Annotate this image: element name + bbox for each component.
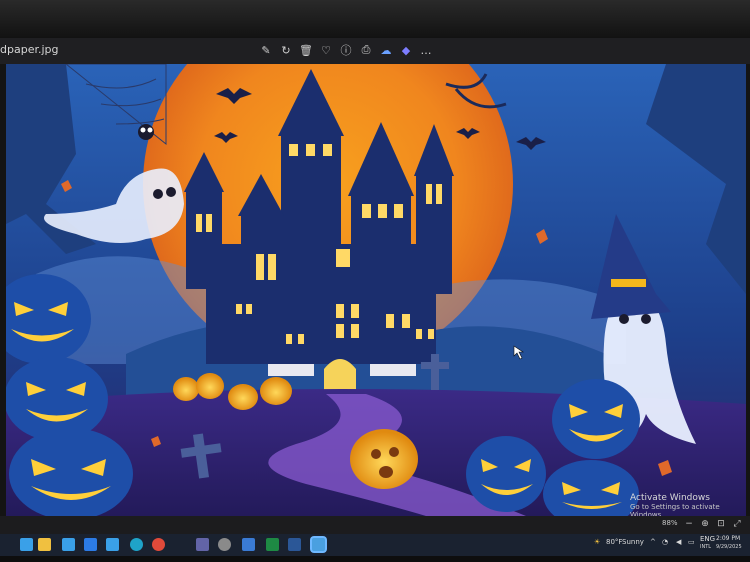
onedrive-icon[interactable] bbox=[242, 538, 255, 551]
clock-date[interactable]: 9/29/2025 bbox=[716, 544, 742, 550]
tray-chevron-icon[interactable]: ^ bbox=[650, 538, 656, 546]
zoom-in-icon[interactable]: ⊕ bbox=[698, 517, 712, 531]
windows-taskbar: ☀ 80°F Sunny ^ ◔ ◀ ▭ ENG INTL 2:09 PM 9/… bbox=[0, 534, 750, 556]
edge-icon[interactable] bbox=[130, 538, 143, 551]
chrome-icon[interactable] bbox=[152, 538, 165, 551]
battery-icon[interactable]: ▭ bbox=[688, 538, 695, 546]
rotate-icon[interactable]: ↻ bbox=[278, 41, 294, 59]
image-canvas bbox=[6, 64, 746, 516]
photos-icon[interactable] bbox=[106, 538, 119, 551]
activate-windows-title: Activate Windows bbox=[630, 493, 710, 503]
region-indicator[interactable]: INTL bbox=[700, 544, 711, 550]
monitor-bezel bbox=[0, 0, 750, 38]
halloween-wallpaper bbox=[6, 64, 746, 516]
cloud-icon[interactable]: ☁ bbox=[378, 41, 394, 59]
edit-icon[interactable]: ✎ bbox=[258, 41, 274, 59]
teams-icon[interactable] bbox=[196, 538, 209, 551]
favorite-icon[interactable]: ♡ bbox=[318, 41, 334, 59]
more-icon[interactable]: … bbox=[418, 41, 434, 59]
language-indicator[interactable]: ENG bbox=[700, 535, 715, 543]
weather-condition[interactable]: Sunny bbox=[622, 538, 644, 546]
zoom-level: 88% bbox=[662, 519, 678, 527]
mail-icon[interactable] bbox=[84, 538, 97, 551]
viewer-statusbar: 88% − ⊕ ⊡ ⤢ bbox=[0, 516, 750, 534]
delete-icon[interactable]: 🗑 bbox=[298, 41, 314, 59]
volume-icon[interactable]: ◀ bbox=[676, 538, 681, 546]
monitor-bezel-bottom bbox=[0, 556, 750, 562]
castle-door bbox=[324, 359, 356, 394]
excel-icon[interactable] bbox=[266, 538, 279, 551]
copilot-icon[interactable]: ◆ bbox=[398, 41, 414, 59]
viewer-toolbar: ✎ ↻ 🗑 ♡ ⓘ ⎙ ☁ ◆ … bbox=[258, 41, 434, 59]
photos-app-icon[interactable] bbox=[312, 538, 325, 551]
fit-icon[interactable]: ⊡ bbox=[714, 517, 728, 531]
start-icon[interactable] bbox=[20, 538, 33, 551]
weather-icon[interactable]: ☀ bbox=[594, 538, 600, 546]
spider bbox=[138, 124, 154, 140]
fullscreen-icon[interactable]: ⤢ bbox=[730, 517, 744, 531]
fence-left bbox=[268, 364, 314, 376]
weather-temp[interactable]: 80°F bbox=[606, 538, 622, 546]
zoom-out-icon[interactable]: − bbox=[682, 517, 696, 531]
print-icon[interactable]: ⎙ bbox=[358, 41, 374, 59]
store-icon[interactable] bbox=[62, 538, 75, 551]
file-name: dpaper.jpg bbox=[0, 43, 59, 56]
network-icon[interactable]: ◔ bbox=[662, 538, 668, 546]
fence-right bbox=[370, 364, 416, 376]
file-explorer-icon[interactable] bbox=[38, 538, 51, 551]
word-icon[interactable] bbox=[288, 538, 301, 551]
pumpkin-center bbox=[350, 429, 418, 489]
info-icon[interactable]: ⓘ bbox=[338, 41, 354, 59]
clock-time[interactable]: 2:09 PM bbox=[716, 535, 740, 542]
photo-viewer-titlebar: dpaper.jpg ✎ ↻ 🗑 ♡ ⓘ ⎙ ☁ ◆ … bbox=[0, 38, 750, 64]
settings-icon[interactable] bbox=[218, 538, 231, 551]
